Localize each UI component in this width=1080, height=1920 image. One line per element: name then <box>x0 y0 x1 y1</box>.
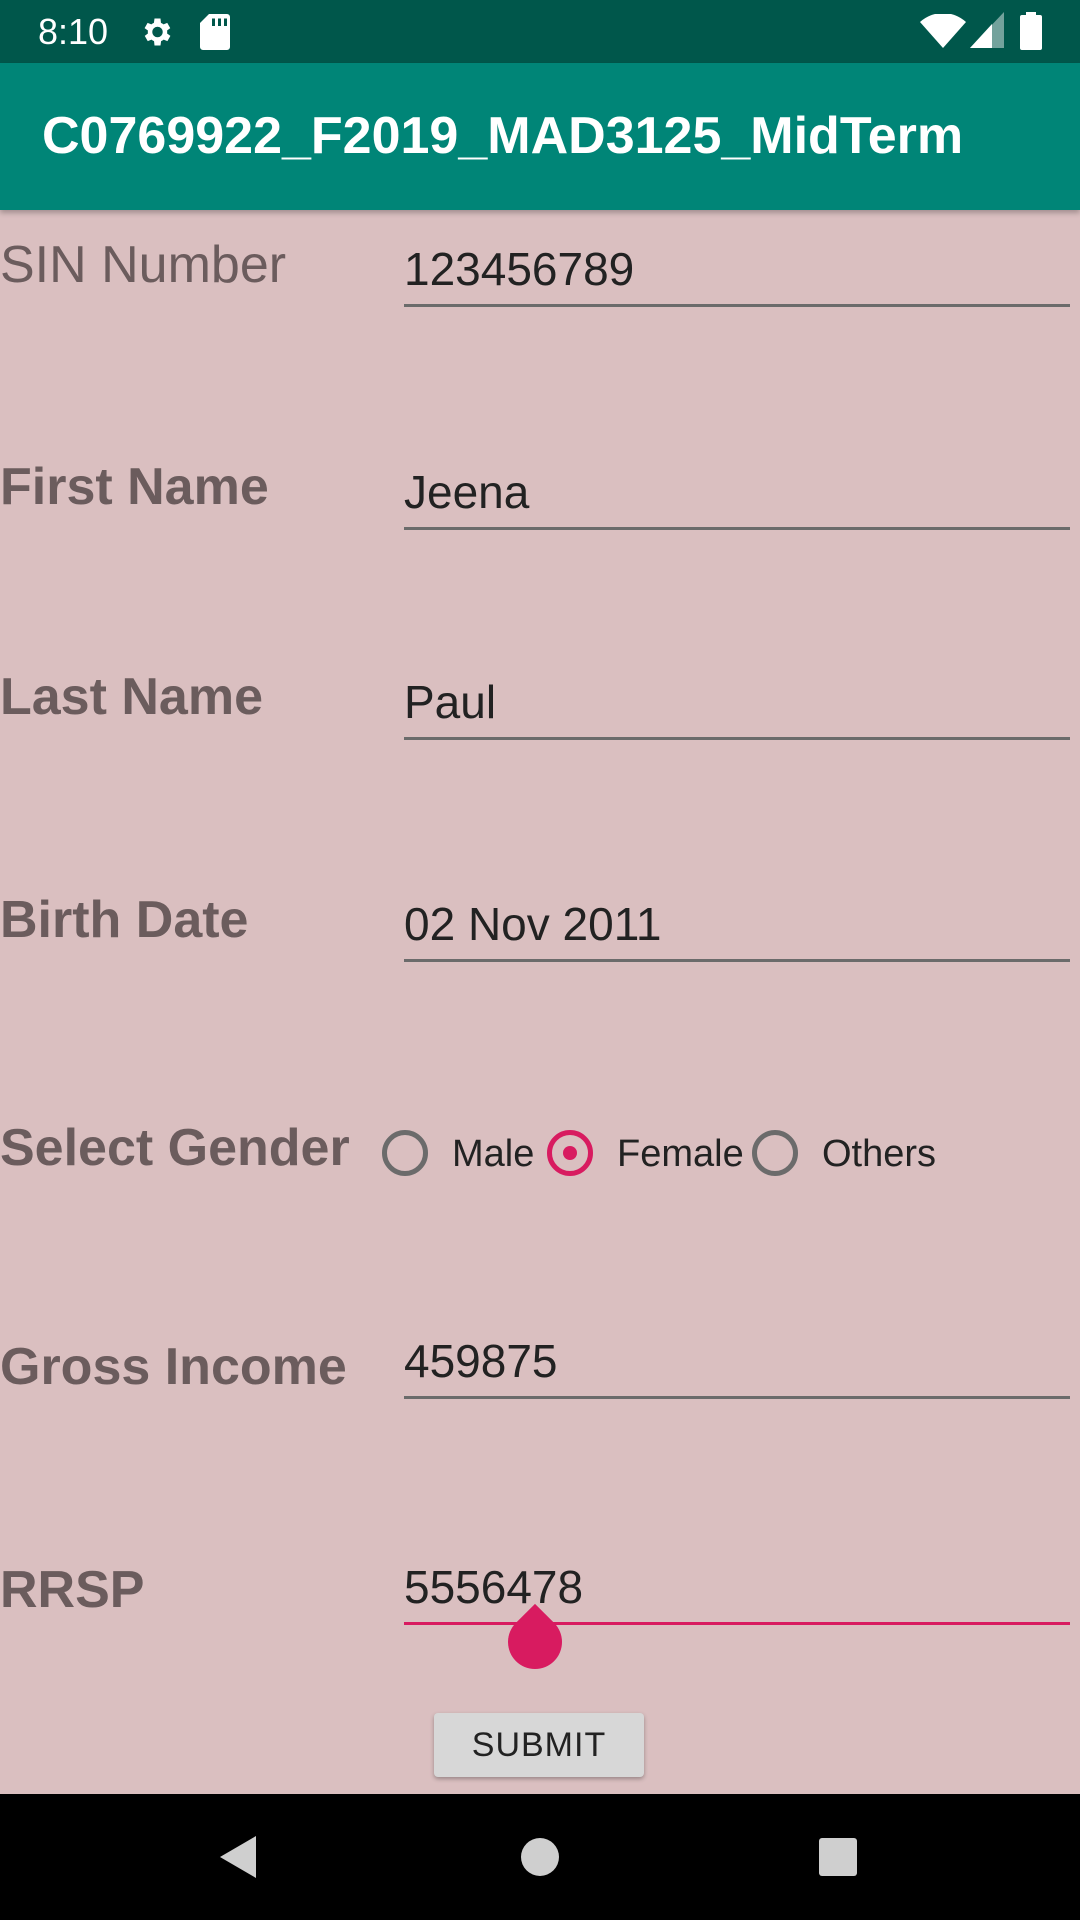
gross-income-label: Gross Income <box>0 1338 347 1396</box>
radio-female-circle <box>547 1130 593 1176</box>
last-name-input[interactable]: Paul <box>404 670 1070 740</box>
rrsp-input[interactable]: 5556478 <box>404 1555 1070 1625</box>
first-name-input[interactable]: Jeena <box>404 460 1070 530</box>
battery-icon <box>1020 12 1042 50</box>
birth-date-value: 02 Nov 2011 <box>404 898 662 950</box>
rrsp-value: 5556478 <box>404 1561 584 1613</box>
radio-female-label: Female <box>617 1133 744 1175</box>
status-bar: 8:10 <box>0 0 1080 63</box>
employee-form: SIN Number 123456789 First Name Jeena La… <box>0 210 1080 1794</box>
back-icon[interactable] <box>206 1824 272 1890</box>
last-name-value: Paul <box>404 676 497 728</box>
navigation-bar <box>0 1794 1080 1920</box>
first-name-label: First Name <box>0 458 269 516</box>
birth-date-input[interactable]: 02 Nov 2011 <box>404 892 1070 962</box>
gender-label: Select Gender <box>0 1119 350 1177</box>
first-name-value: Jeena <box>404 466 530 518</box>
birth-date-label: Birth Date <box>0 891 249 949</box>
radio-others-label: Others <box>822 1133 937 1175</box>
radio-male-label: Male <box>452 1133 535 1175</box>
app-title: C0769922_F2019_MAD3125_MidTerm <box>42 107 964 165</box>
submit-button[interactable]: SUBMIT <box>434 1713 644 1777</box>
status-time: 8:10 <box>38 11 109 52</box>
radio-male-circle <box>382 1130 428 1176</box>
settings-icon <box>144 18 171 46</box>
wifi-icon <box>920 14 966 48</box>
rrsp-label: RRSP <box>0 1561 145 1619</box>
home-icon[interactable] <box>507 1824 573 1890</box>
radio-others-circle <box>752 1130 798 1176</box>
radio-female[interactable]: Female <box>547 1130 744 1186</box>
app-bar: C0769922_F2019_MAD3125_MidTerm <box>0 63 1080 210</box>
last-name-label: Last Name <box>0 668 263 726</box>
sin-value: 123456789 <box>404 243 635 295</box>
sin-input[interactable]: 123456789 <box>404 237 1070 307</box>
recents-icon[interactable] <box>805 1824 871 1890</box>
radio-others[interactable]: Others <box>752 1130 942 1186</box>
sd-card-icon <box>200 14 230 50</box>
gross-income-input[interactable]: 459875 <box>404 1329 1070 1399</box>
radio-male[interactable]: Male <box>382 1130 535 1186</box>
gross-income-value: 459875 <box>404 1335 558 1387</box>
signal-icon <box>970 12 1004 48</box>
sin-label: SIN Number <box>0 236 287 294</box>
radio-selected-dot <box>563 1146 577 1160</box>
